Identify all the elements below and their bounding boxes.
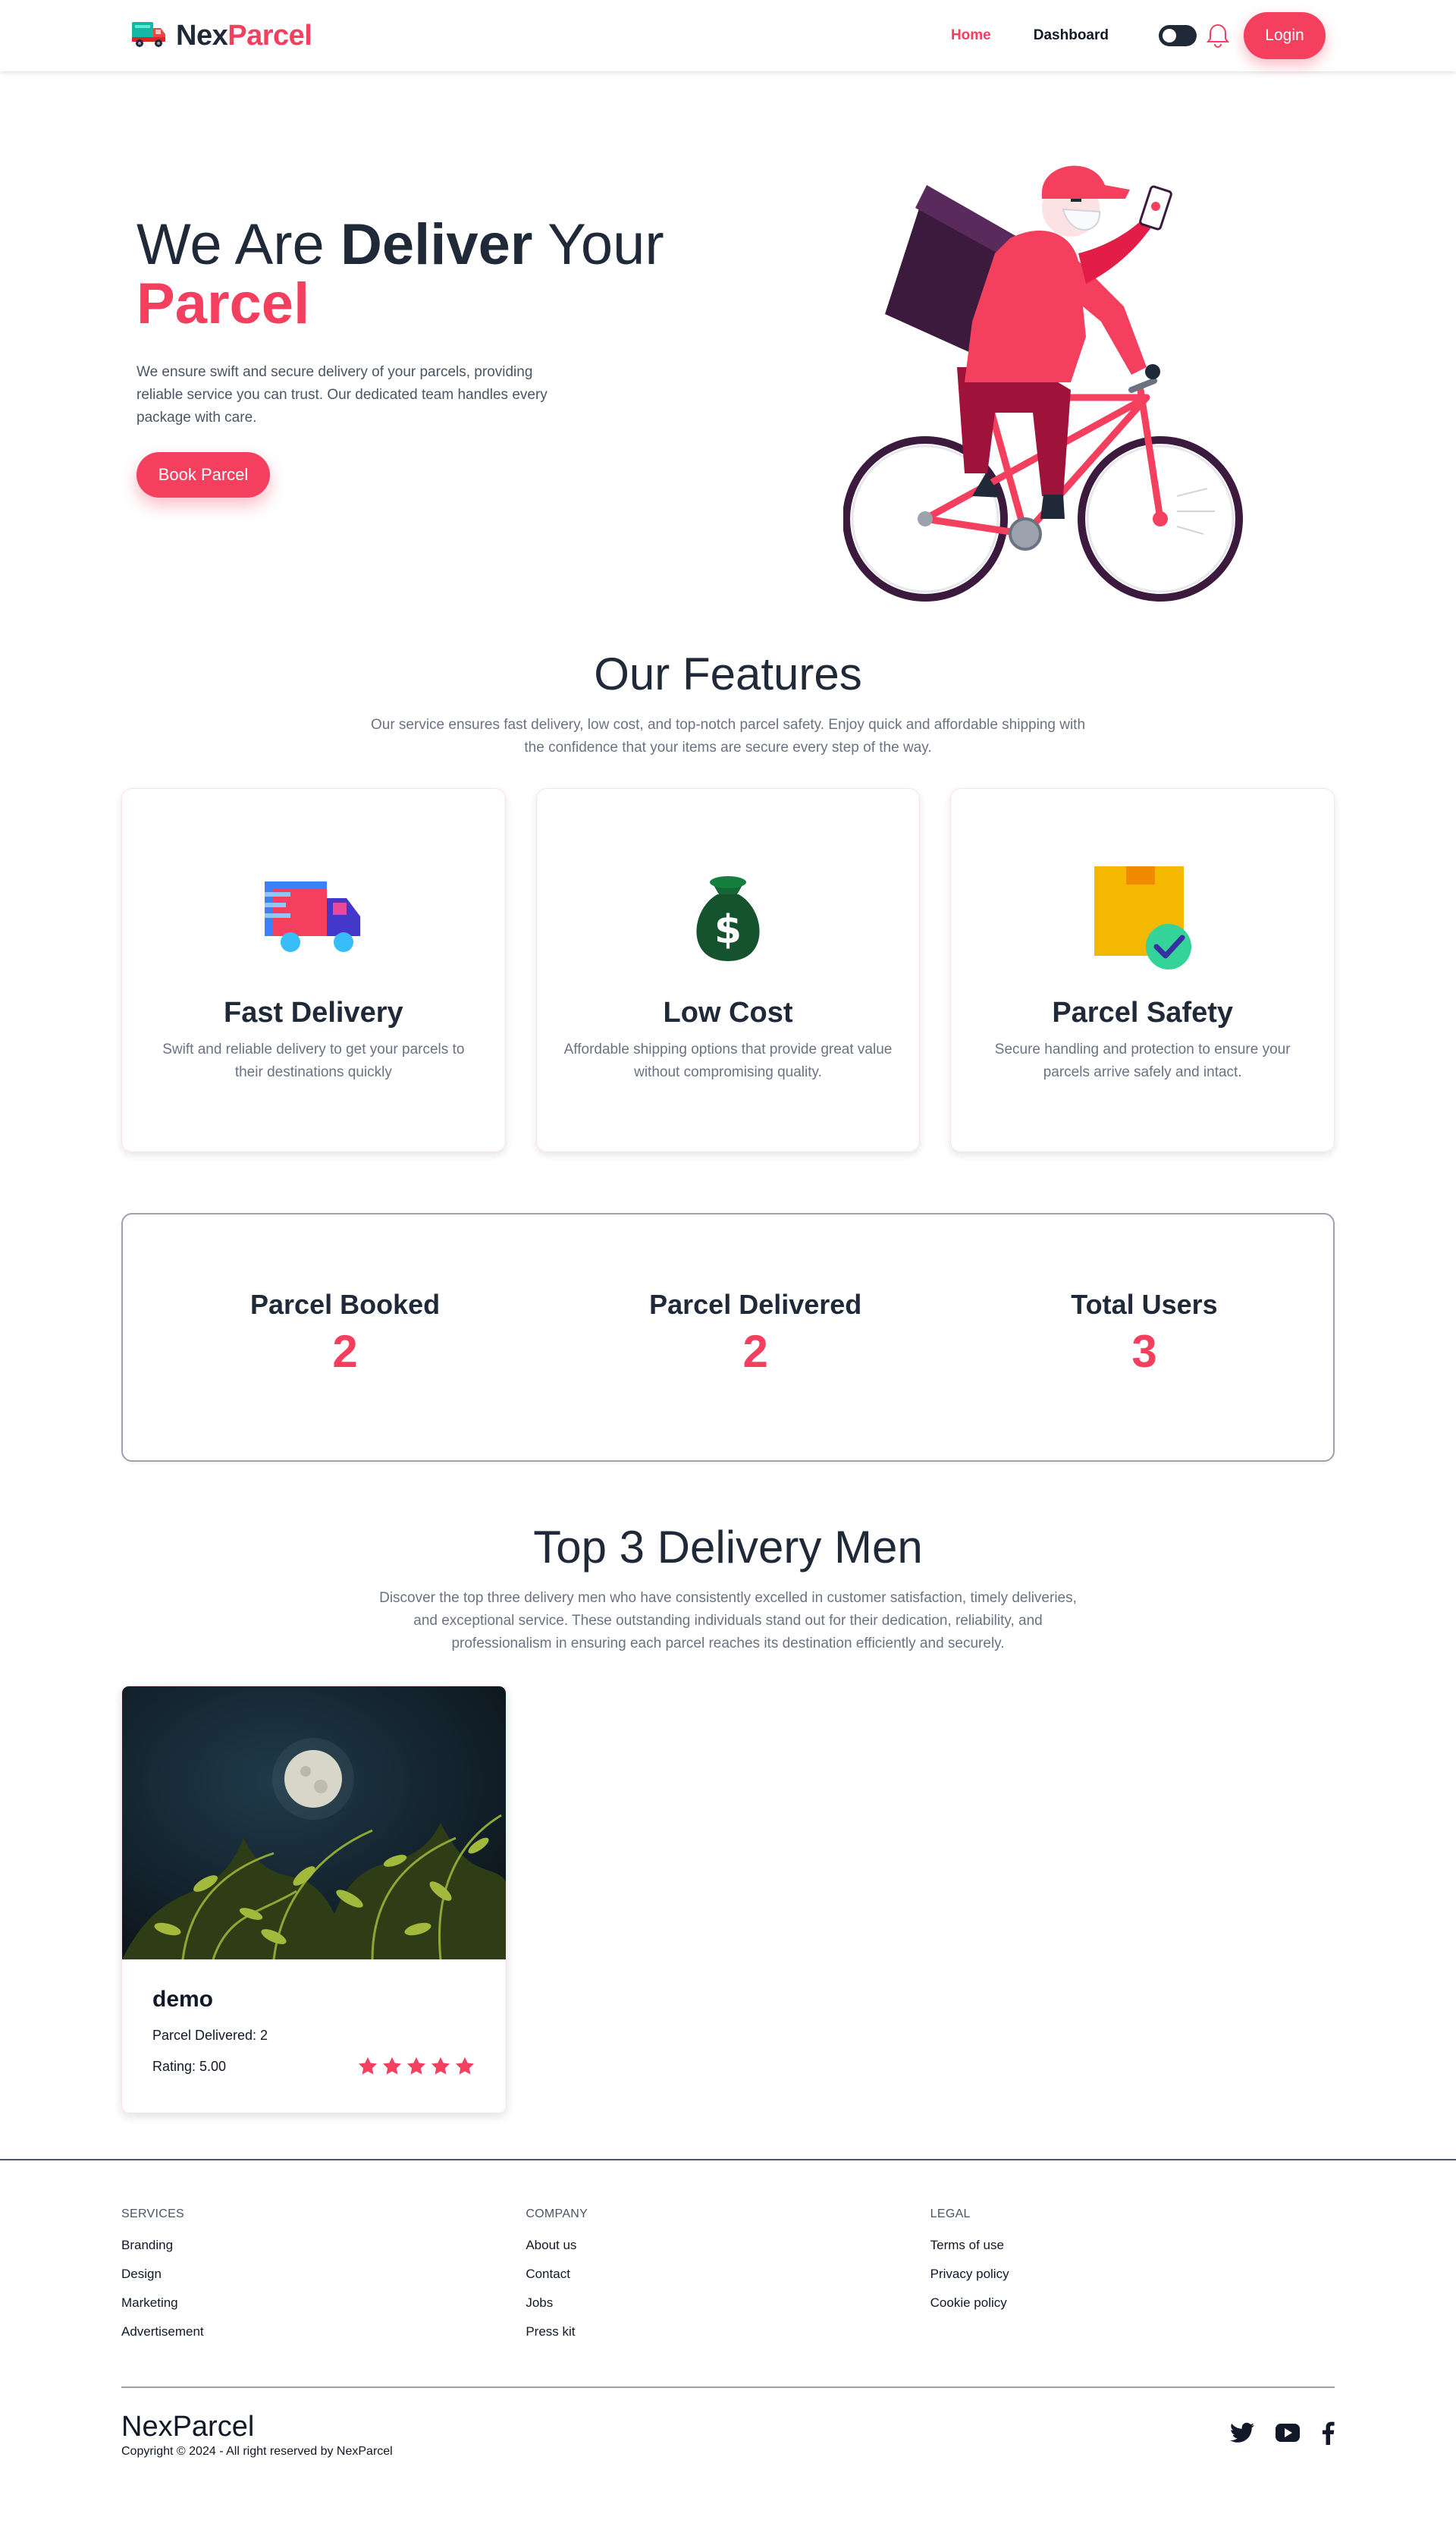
svg-text:$: $ (714, 907, 742, 953)
star-icon (431, 2057, 450, 2075)
footer-columns: SERVICES Branding Design Marketing Adver… (121, 2160, 1335, 2339)
star-icon (455, 2057, 475, 2075)
star-rating (357, 2056, 475, 2077)
brand-suffix: Parcel (228, 19, 312, 52)
nav-link-home[interactable]: Home (951, 27, 991, 44)
feature-card: $ Low Cost Affordable shipping options t… (535, 788, 921, 1152)
features-title: Our Features (594, 649, 862, 699)
footer-link-jobs[interactable]: Jobs (526, 2295, 930, 2311)
brand-name: NexParcel (176, 20, 312, 52)
feature-cards: Fast Delivery Swift and reliable deliver… (0, 788, 1456, 1152)
stat-value: 2 (742, 1326, 768, 1377)
footer-link-terms[interactable]: Terms of use (930, 2238, 1335, 2253)
top-men-subtitle: Discover the top three delivery men who … (379, 1590, 1077, 1651)
stat-parcel-delivered: Parcel Delivered 2 (649, 1289, 861, 1378)
stat-value: 2 (332, 1326, 358, 1377)
footer-col-legal: LEGAL Terms of use Privacy policy Cookie… (930, 2207, 1335, 2339)
star-icon (358, 2057, 378, 2075)
features-section: Our Features Our service ensures fast de… (0, 648, 1456, 1152)
social-links (1230, 2421, 1335, 2449)
copyright-text: Copyright © 2024 - All right reserved by… (121, 2445, 393, 2458)
feature-description: Affordable shipping options that provide… (563, 1042, 893, 1080)
footer-col-title: COMPANY (526, 2207, 588, 2220)
delivery-man-card: demo Parcel Delivered: 2 Rating: 5.00 (121, 1686, 507, 2113)
feature-title: Fast Delivery (224, 997, 403, 1029)
feature-description: Secure handling and protection to ensure… (994, 1042, 1291, 1080)
feature-title: Low Cost (663, 997, 793, 1029)
rating-row: Rating: 5.00 (152, 2056, 475, 2077)
truck-logo-icon (130, 19, 167, 53)
feature-title: Parcel Safety (1052, 997, 1234, 1029)
footer-link-cookie[interactable]: Cookie policy (930, 2295, 1335, 2311)
stat-label: Total Users (1071, 1289, 1218, 1320)
parcel-check-icon (1090, 863, 1196, 969)
stat-label: Parcel Booked (250, 1289, 441, 1320)
feature-card: Parcel Safety Secure handling and protec… (950, 788, 1335, 1152)
delivery-rider-illustration (843, 140, 1244, 610)
footer-col-services: SERVICES Branding Design Marketing Adver… (121, 2207, 526, 2339)
footer-brand-block: NexParcel Copyright © 2024 - All right r… (121, 2411, 393, 2459)
top-delivery-men-section: Top 3 Delivery Men Discover the top thre… (0, 1521, 1456, 2113)
feature-description: Swift and reliable delivery to get your … (162, 1042, 465, 1080)
footer-link-contact[interactable]: Contact (526, 2267, 930, 2282)
footer-link-about[interactable]: About us (526, 2238, 930, 2253)
footer-link-press-kit[interactable]: Press kit (526, 2324, 930, 2339)
delivery-man-delivered: Parcel Delivered: 2 (152, 2028, 268, 2043)
stat-parcel-booked: Parcel Booked 2 (250, 1289, 440, 1378)
footer-link-privacy[interactable]: Privacy policy (930, 2267, 1335, 2282)
star-icon (382, 2057, 402, 2075)
stat-value: 3 (1131, 1326, 1157, 1377)
delivery-man-rating: Rating: 5.00 (152, 2058, 227, 2074)
footer-bottom: NexParcel Copyright © 2024 - All right r… (121, 2388, 1335, 2480)
delivery-man-name: demo (152, 1987, 214, 2012)
nav-link-dashboard[interactable]: Dashboard (1034, 27, 1109, 44)
footer-link-design[interactable]: Design (121, 2267, 526, 2282)
brand-prefix: Nex (176, 19, 228, 52)
footer-link-branding[interactable]: Branding (121, 2238, 526, 2253)
stats-panel: Parcel Booked 2 Parcel Delivered 2 Total… (121, 1213, 1335, 1462)
navbar: NexParcel Home Dashboard Login (0, 0, 1456, 71)
brand-logo-link[interactable]: NexParcel (130, 19, 312, 53)
star-icon (406, 2057, 426, 2075)
footer-link-marketing[interactable]: Marketing (121, 2295, 526, 2311)
footer-col-title: LEGAL (930, 2207, 971, 2220)
feature-card: Fast Delivery Swift and reliable deliver… (121, 788, 506, 1152)
delivery-man-info: demo Parcel Delivered: 2 Rating: 5.00 (122, 1959, 506, 2077)
hero-title-bold: Deliver (340, 212, 533, 277)
book-parcel-button[interactable]: Book Parcel (136, 452, 270, 498)
delivery-men-list: demo Parcel Delivered: 2 Rating: 5.00 (0, 1686, 1456, 2113)
nav-right: Home Dashboard Login (951, 12, 1326, 59)
hero-section: We Are Deliver Your Parcel We ensure swif… (0, 71, 1456, 648)
footer-link-advertisement[interactable]: Advertisement (121, 2324, 526, 2339)
hero-title-part1: We Are (136, 212, 340, 277)
login-button[interactable]: Login (1244, 12, 1326, 59)
money-bag-icon: $ (675, 863, 781, 969)
hero-description: We ensure swift and secure delivery of y… (136, 364, 548, 426)
hero-title: We Are Deliver Your Parcel (136, 215, 664, 334)
delivery-man-photo (122, 1686, 506, 1959)
stat-total-users: Total Users 3 (1071, 1289, 1217, 1378)
theme-toggle[interactable] (1159, 25, 1197, 46)
facebook-icon[interactable] (1321, 2421, 1335, 2449)
youtube-icon[interactable] (1276, 2424, 1300, 2446)
footer-col-company: COMPANY About us Contact Jobs Press kit (526, 2207, 930, 2339)
bell-icon[interactable] (1206, 22, 1230, 49)
hero-title-part2: Your (532, 212, 664, 277)
footer-brand: NexParcel (121, 2411, 255, 2443)
features-subtitle: Our service ensures fast delivery, low c… (370, 717, 1086, 756)
top-men-title: Top 3 Delivery Men (533, 1522, 923, 1573)
twitter-icon[interactable] (1230, 2422, 1254, 2447)
footer-col-title: SERVICES (121, 2207, 185, 2220)
footer: SERVICES Branding Design Marketing Adver… (0, 2159, 1456, 2480)
hero-title-accent: Parcel (136, 272, 310, 336)
delivery-truck-icon (260, 863, 366, 969)
stat-label: Parcel Delivered (649, 1289, 862, 1320)
